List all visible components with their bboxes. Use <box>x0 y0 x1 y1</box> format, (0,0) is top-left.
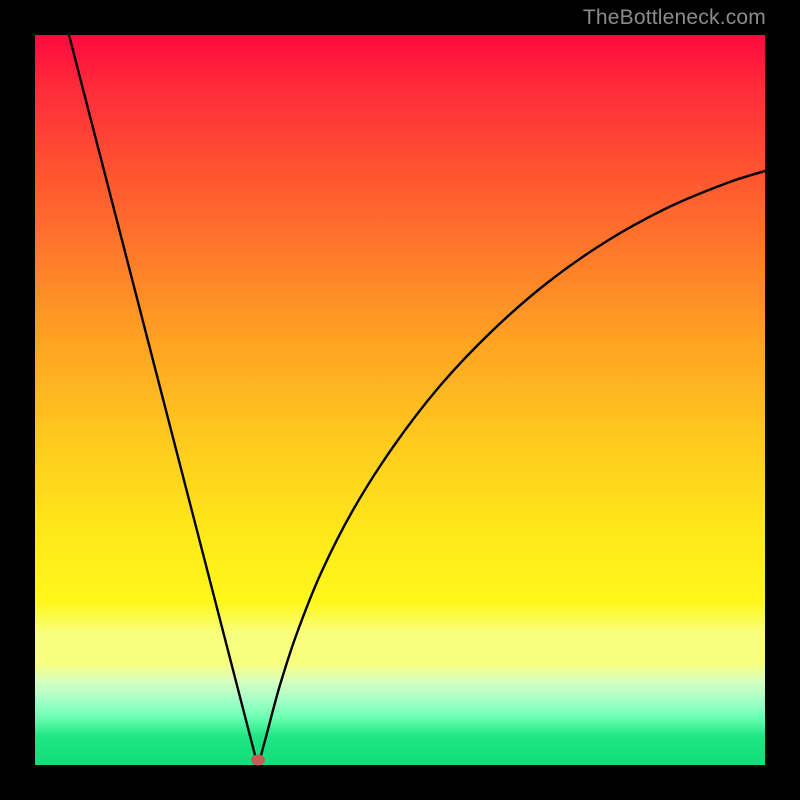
minimum-marker <box>251 755 265 766</box>
watermark-label: TheBottleneck.com <box>583 6 766 30</box>
plot-area <box>35 35 765 765</box>
bottleneck-curve <box>35 35 765 765</box>
chart-frame: TheBottleneck.com <box>0 0 800 800</box>
